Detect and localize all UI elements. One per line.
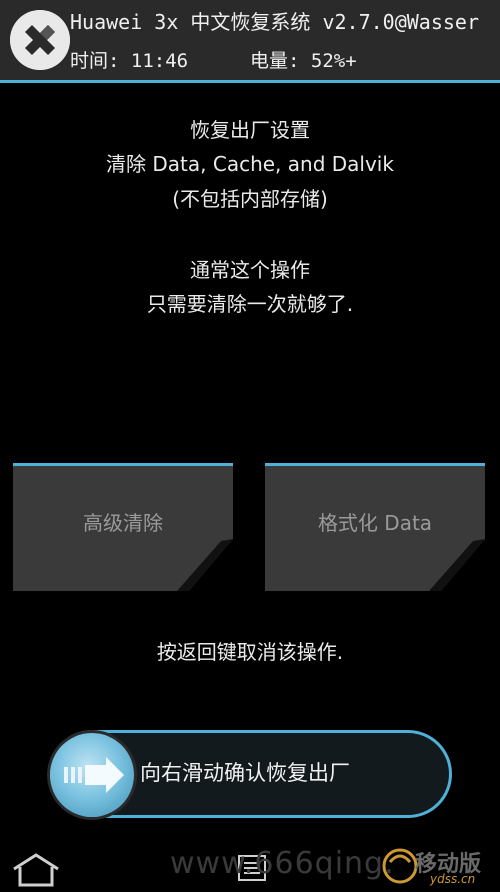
watermark-brand-sub: ydss.cn: [430, 872, 476, 886]
slider-handle-arrow-icon[interactable]: [50, 733, 134, 817]
advanced-wipe-label: 高级清除: [83, 511, 163, 535]
format-data-label: 格式化 Data: [317, 511, 433, 535]
battery-label: 电量: 52%+: [250, 50, 357, 72]
message-line-1: 恢复出厂设置: [190, 118, 310, 142]
header-divider: [0, 80, 500, 83]
message-line-2: 清除 Data, Cache, and Dalvik: [106, 152, 394, 176]
cancel-hint: 按返回键取消该操作.: [156, 640, 344, 664]
watermark-site-text: www.666qing.: [170, 846, 395, 881]
message-line-3: (不包括内部存储): [172, 187, 328, 211]
recovery-title: Huawei 3x 中文恢复系统 v2.7.0@Wasser: [70, 10, 479, 34]
advanced-wipe-button[interactable]: 高级清除: [13, 463, 233, 593]
twrp-logo-icon: [10, 10, 70, 70]
home-icon[interactable]: [10, 851, 62, 887]
time-label: 时间: 11:46: [70, 50, 189, 72]
slider-label: 向右滑动确认恢复出厂: [140, 761, 350, 785]
message-line-5: 只需要清除一次就够了.: [146, 292, 354, 316]
format-data-button[interactable]: 格式化 Data: [265, 463, 485, 593]
message-line-4: 通常这个操作: [190, 258, 310, 282]
